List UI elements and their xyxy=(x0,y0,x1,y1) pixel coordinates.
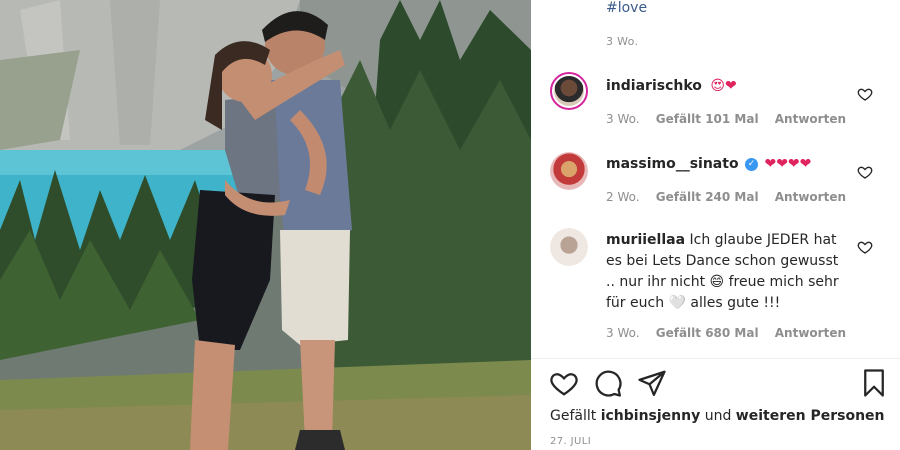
avatar[interactable] xyxy=(550,72,588,110)
avatar[interactable] xyxy=(550,152,588,190)
comment-meta: 3 Wo. Gefällt 101 Mal Antworten xyxy=(606,112,858,126)
likes-user-link[interactable]: ichbinsjenny xyxy=(601,408,701,424)
comment-time[interactable]: 3 Wo. xyxy=(606,112,640,126)
post-date[interactable]: 27. JULI xyxy=(550,436,591,447)
comment-text: indiarischko 😍❤ xyxy=(606,76,846,97)
photo-couple-kissing-lake xyxy=(0,0,531,450)
comments-panel: #love 3 Wo. indiarischko 😍❤ 3 Wo. Gefäll… xyxy=(531,0,900,450)
comment-reply-button[interactable]: Antworten xyxy=(775,190,846,204)
likes-prefix: Gefällt xyxy=(550,408,597,424)
heart-outline-icon[interactable] xyxy=(857,239,873,255)
divider xyxy=(531,358,900,359)
comment-username[interactable]: muriiellaa xyxy=(606,232,685,248)
comment-meta: 3 Wo. Gefällt 680 Mal Antworten xyxy=(606,326,858,340)
heart-outline-icon[interactable] xyxy=(857,86,873,102)
comment-text: massimo__sinato ✓ ❤❤❤❤ xyxy=(606,154,846,175)
comment-meta: 2 Wo. Gefällt 240 Mal Antworten xyxy=(606,190,858,204)
likes-summary: Gefällt ichbinsjenny und weiteren Person… xyxy=(550,408,885,424)
caption-timestamp: 3 Wo. xyxy=(606,35,639,48)
comment-reply-button[interactable]: Antworten xyxy=(775,326,846,340)
likes-and: und xyxy=(704,408,732,424)
post-photo[interactable] xyxy=(0,0,531,450)
comment-icon[interactable] xyxy=(593,368,623,398)
verified-badge-icon: ✓ xyxy=(745,157,759,171)
comment-body: ❤❤❤❤ xyxy=(764,156,812,172)
comment-reply-button[interactable]: Antworten xyxy=(775,112,846,126)
comment-time[interactable]: 2 Wo. xyxy=(606,190,640,204)
comment-like-count[interactable]: Gefällt 680 Mal xyxy=(656,326,759,340)
comment-body: 😍❤ xyxy=(710,78,737,94)
bookmark-icon[interactable] xyxy=(859,368,889,398)
heart-icon[interactable] xyxy=(549,368,579,398)
comment-like-count[interactable]: Gefällt 101 Mal xyxy=(656,112,759,126)
caption-hashtag-link[interactable]: #love xyxy=(606,0,647,16)
share-icon[interactable] xyxy=(637,368,667,398)
comment-username[interactable]: massimo__sinato xyxy=(606,156,739,172)
post-action-bar xyxy=(549,368,889,400)
comment-username[interactable]: indiarischko xyxy=(606,78,702,94)
comment-like-count[interactable]: Gefällt 240 Mal xyxy=(656,190,759,204)
avatar[interactable] xyxy=(550,228,588,266)
comment-time[interactable]: 3 Wo. xyxy=(606,326,640,340)
comment-text: muriiellaa Ich glaube JEDER hat es bei L… xyxy=(606,230,846,314)
heart-outline-icon[interactable] xyxy=(857,164,873,180)
likes-others-link[interactable]: weiteren Personen xyxy=(736,408,885,424)
